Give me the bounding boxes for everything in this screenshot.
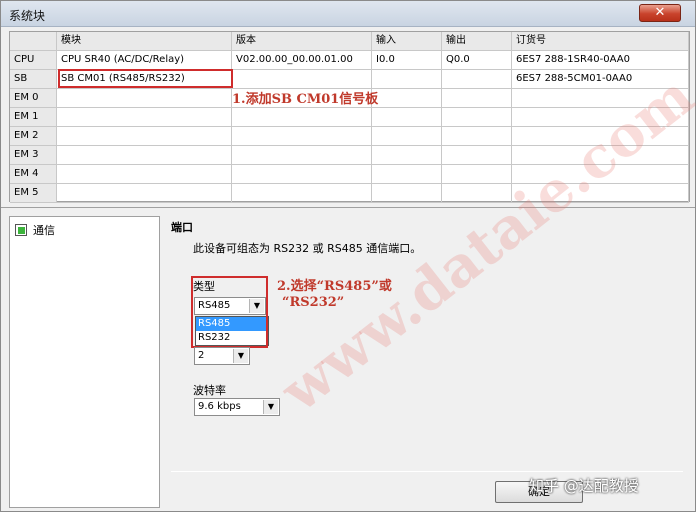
row-slot: EM 1 — [10, 108, 57, 127]
baud-label: 波特率 — [193, 384, 226, 397]
divider — [171, 471, 683, 472]
address-select[interactable]: 2 ▼ — [194, 347, 250, 365]
header-cell-module: 模块 — [57, 32, 232, 51]
port-description: 此设备可组态为 RS232 或 RS485 通信端口。 — [193, 242, 422, 255]
row-output[interactable] — [442, 108, 512, 127]
system-block-window: 系统块 ✕ 模块 版本 输入 输出 订货号 CPU CPU SR40 (AC/D… — [0, 0, 696, 512]
row-slot: SB — [10, 70, 57, 89]
section-title: 端口 — [171, 221, 193, 234]
row-module[interactable] — [57, 184, 232, 203]
table-row[interactable]: CPU CPU SR40 (AC/DC/Relay) V02.00.00_00.… — [10, 51, 689, 70]
row-slot: EM 0 — [10, 89, 57, 108]
row-version — [232, 127, 372, 146]
row-module[interactable]: CPU SR40 (AC/DC/Relay) — [57, 51, 232, 70]
chevron-down-icon[interactable]: ▼ — [263, 400, 278, 414]
nav-tree: 通信 — [9, 216, 160, 508]
window-title: 系统块 — [9, 9, 46, 23]
row-version — [232, 108, 372, 127]
tree-item-communication[interactable]: 通信 — [15, 222, 55, 238]
row-version — [232, 146, 372, 165]
address-select-value: 2 — [198, 350, 205, 361]
communication-icon — [15, 224, 27, 236]
table-header: 模块 版本 输入 输出 订货号 — [10, 32, 689, 51]
row-module[interactable] — [57, 108, 232, 127]
row-version — [232, 165, 372, 184]
row-slot: EM 3 — [10, 146, 57, 165]
row-output[interactable]: Q0.0 — [442, 51, 512, 70]
step2-annotation-line2: “RS232” — [282, 295, 345, 310]
title-bar: 系统块 ✕ — [1, 1, 695, 27]
type-highlight — [191, 276, 268, 348]
row-module[interactable] — [57, 89, 232, 108]
row-slot: EM 4 — [10, 165, 57, 184]
row-input[interactable]: I0.0 — [372, 51, 442, 70]
header-cell-version: 版本 — [232, 32, 372, 51]
row-output[interactable] — [442, 165, 512, 184]
row-module[interactable] — [57, 146, 232, 165]
baud-select[interactable]: 9.6 kbps ▼ — [194, 398, 280, 416]
row-slot: EM 2 — [10, 127, 57, 146]
row-input[interactable] — [372, 89, 442, 108]
sb-module-highlight — [58, 69, 233, 88]
header-cell-output: 输出 — [442, 32, 512, 51]
row-output[interactable] — [442, 89, 512, 108]
row-output[interactable] — [442, 70, 512, 89]
close-button[interactable]: ✕ — [639, 4, 681, 22]
row-slot: EM 5 — [10, 184, 57, 203]
header-cell-slot — [10, 32, 57, 51]
row-version: V02.00.00_00.00.01.00 — [232, 51, 372, 70]
chevron-down-icon[interactable]: ▼ — [233, 349, 248, 363]
row-module[interactable] — [57, 127, 232, 146]
row-input[interactable] — [372, 184, 442, 203]
header-cell-order: 订货号 — [512, 32, 689, 51]
row-output[interactable] — [442, 127, 512, 146]
row-input[interactable] — [372, 70, 442, 89]
row-input[interactable] — [372, 108, 442, 127]
header-cell-input: 输入 — [372, 32, 442, 51]
row-slot: CPU — [10, 51, 57, 70]
brand-watermark: 知乎 @达配教授 — [529, 477, 639, 495]
step1-annotation: 1.添加SB CM01信号板 — [232, 92, 379, 107]
row-input[interactable] — [372, 127, 442, 146]
row-version — [232, 184, 372, 203]
tree-item-label: 通信 — [33, 224, 55, 237]
row-module[interactable] — [57, 165, 232, 184]
baud-select-value: 9.6 kbps — [198, 401, 241, 412]
row-input[interactable] — [372, 146, 442, 165]
row-output[interactable] — [442, 146, 512, 165]
row-version — [232, 70, 372, 89]
row-input[interactable] — [372, 165, 442, 184]
